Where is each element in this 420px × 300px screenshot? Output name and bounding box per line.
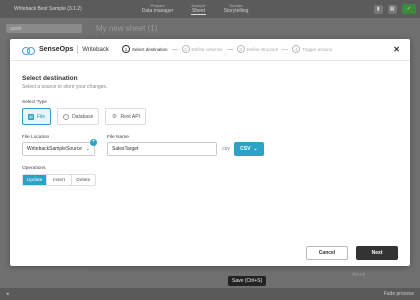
sidebar-search-input[interactable]: quick — [6, 24, 82, 33]
bookmark-icon[interactable]: ▮ — [373, 4, 383, 14]
step-number: 1 — [122, 45, 130, 53]
step-connector — [171, 48, 178, 50]
step-define-columns[interactable]: 2 Define columns — [181, 45, 223, 53]
file-name-value: SalesTarget — [112, 146, 139, 152]
operation-insert[interactable]: Insert — [47, 175, 72, 185]
select-type-label: Select Type — [22, 100, 47, 105]
back-icon[interactable]: ◂ — [6, 291, 9, 297]
logo-text: SenseOps — [39, 46, 74, 53]
section-subtitle: Select a source to store your changes. — [22, 84, 108, 90]
file-location-select[interactable]: WritebackSampleSource ⌄ + — [22, 139, 97, 156]
api-icon: ⚙ — [111, 114, 118, 120]
close-icon[interactable]: ✕ — [393, 45, 400, 54]
step-connector — [226, 48, 233, 50]
save-tooltip: Save (Ctrl+S) — [228, 276, 267, 286]
step-number: 4 — [292, 45, 301, 53]
file-extension: .csv — [221, 146, 230, 152]
operation-update[interactable]: Update — [23, 175, 48, 185]
file-location-label: File Location — [22, 135, 50, 140]
section-title: Select destination — [22, 75, 78, 82]
operation-delete[interactable]: Delete — [72, 175, 95, 185]
file-name-input[interactable]: SalesTarget — [107, 142, 217, 156]
app-nav: Prepare Data manager Analyze Sheet Narra… — [142, 3, 249, 15]
type-label: Rest API — [120, 113, 140, 120]
step-trigger-actions[interactable]: 4 Trigger actions — [292, 45, 332, 53]
done-editing-button[interactable]: ✓ — [401, 4, 416, 14]
step-label: Define columns — [191, 46, 223, 52]
step-label: Select destination — [132, 46, 168, 52]
nav-main-label: Data manager — [141, 8, 174, 14]
step-number: 3 — [236, 45, 245, 53]
step-connector — [282, 48, 289, 50]
file-name-row: SalesTarget .csv CSV ⌄ — [107, 142, 264, 156]
file-location-group: File Location WritebackSampleSource ⌄ + — [22, 135, 97, 156]
file-location-value: WritebackSampleSource — [27, 146, 82, 152]
nav-main-label: Sheet — [191, 8, 206, 14]
file-icon: ▤ — [28, 113, 34, 120]
database-icon — [63, 113, 70, 120]
file-fields: File Location WritebackSampleSource ⌄ + … — [22, 135, 398, 156]
file-name-group: File Name SalesTarget .csv CSV ⌄ — [107, 135, 264, 156]
type-label: File — [37, 113, 46, 120]
logo-divider — [77, 45, 79, 54]
step-label: Trigger actions — [302, 46, 332, 52]
next-button[interactable]: Next — [356, 246, 398, 260]
modal-body: Select destination Select a source to st… — [10, 61, 410, 186]
grid-icon[interactable]: ▦ — [387, 4, 397, 14]
nav-storytelling[interactable]: Narrate Storytelling — [224, 3, 249, 15]
step-number: 2 — [181, 45, 190, 53]
modal-header: SenseOps Writeback 1 Select destination … — [10, 39, 410, 61]
type-options: ▤ File Database ⚙ Rest API — [22, 108, 398, 125]
app-right-tools: ▮ ▦ ✓ — [373, 4, 416, 14]
nav-data-manager[interactable]: Prepare Data manager — [142, 3, 174, 15]
add-location-icon[interactable]: + — [90, 139, 97, 146]
app-title: Writeback Best Sample (3.1.2) — [14, 6, 82, 12]
format-value: CSV — [240, 146, 251, 152]
about-label: About — [352, 272, 366, 278]
operations-toggle: Update Insert Delete — [22, 174, 96, 186]
step-select-destination[interactable]: 1 Select destination — [122, 45, 168, 53]
type-database-option[interactable]: Database — [57, 108, 100, 125]
cancel-button[interactable]: Cancel — [306, 246, 348, 260]
senseops-logo-icon — [22, 46, 36, 55]
operations-label: Operations — [22, 166, 46, 171]
step-label: Define structure — [246, 46, 279, 52]
nav-main-label: Storytelling — [223, 8, 249, 14]
logo-subtitle: Writeback — [82, 46, 109, 53]
type-file-option[interactable]: ▤ File — [22, 108, 52, 125]
senseops-logo: SenseOps Writeback — [22, 45, 109, 55]
type-label: Database — [72, 113, 94, 120]
step-define-structure[interactable]: 3 Define structure — [236, 45, 279, 53]
type-rest-api-option[interactable]: ⚙ Rest API — [105, 108, 146, 125]
wizard-steps: 1 Select destination 2 Define columns 3 … — [122, 45, 332, 53]
sheet-title: My new sheet (1) — [96, 24, 158, 33]
chevron-down-icon: ⌄ — [85, 146, 90, 152]
nav-sheet[interactable]: Analyze Sheet — [191, 3, 206, 15]
writeback-modal: SenseOps Writeback 1 Select destination … — [10, 39, 410, 266]
bottom-right-label: Fade process — [383, 291, 414, 297]
chevron-down-icon: ⌄ — [253, 146, 258, 152]
format-select[interactable]: CSV ⌄ — [233, 142, 264, 156]
app-bottom-bar: ◂ Fade process — [0, 288, 420, 300]
file-name-label: File Name — [107, 135, 129, 140]
app-toolbar: Writeback Best Sample (3.1.2) Prepare Da… — [0, 0, 420, 18]
modal-footer: Cancel Next — [10, 240, 410, 266]
